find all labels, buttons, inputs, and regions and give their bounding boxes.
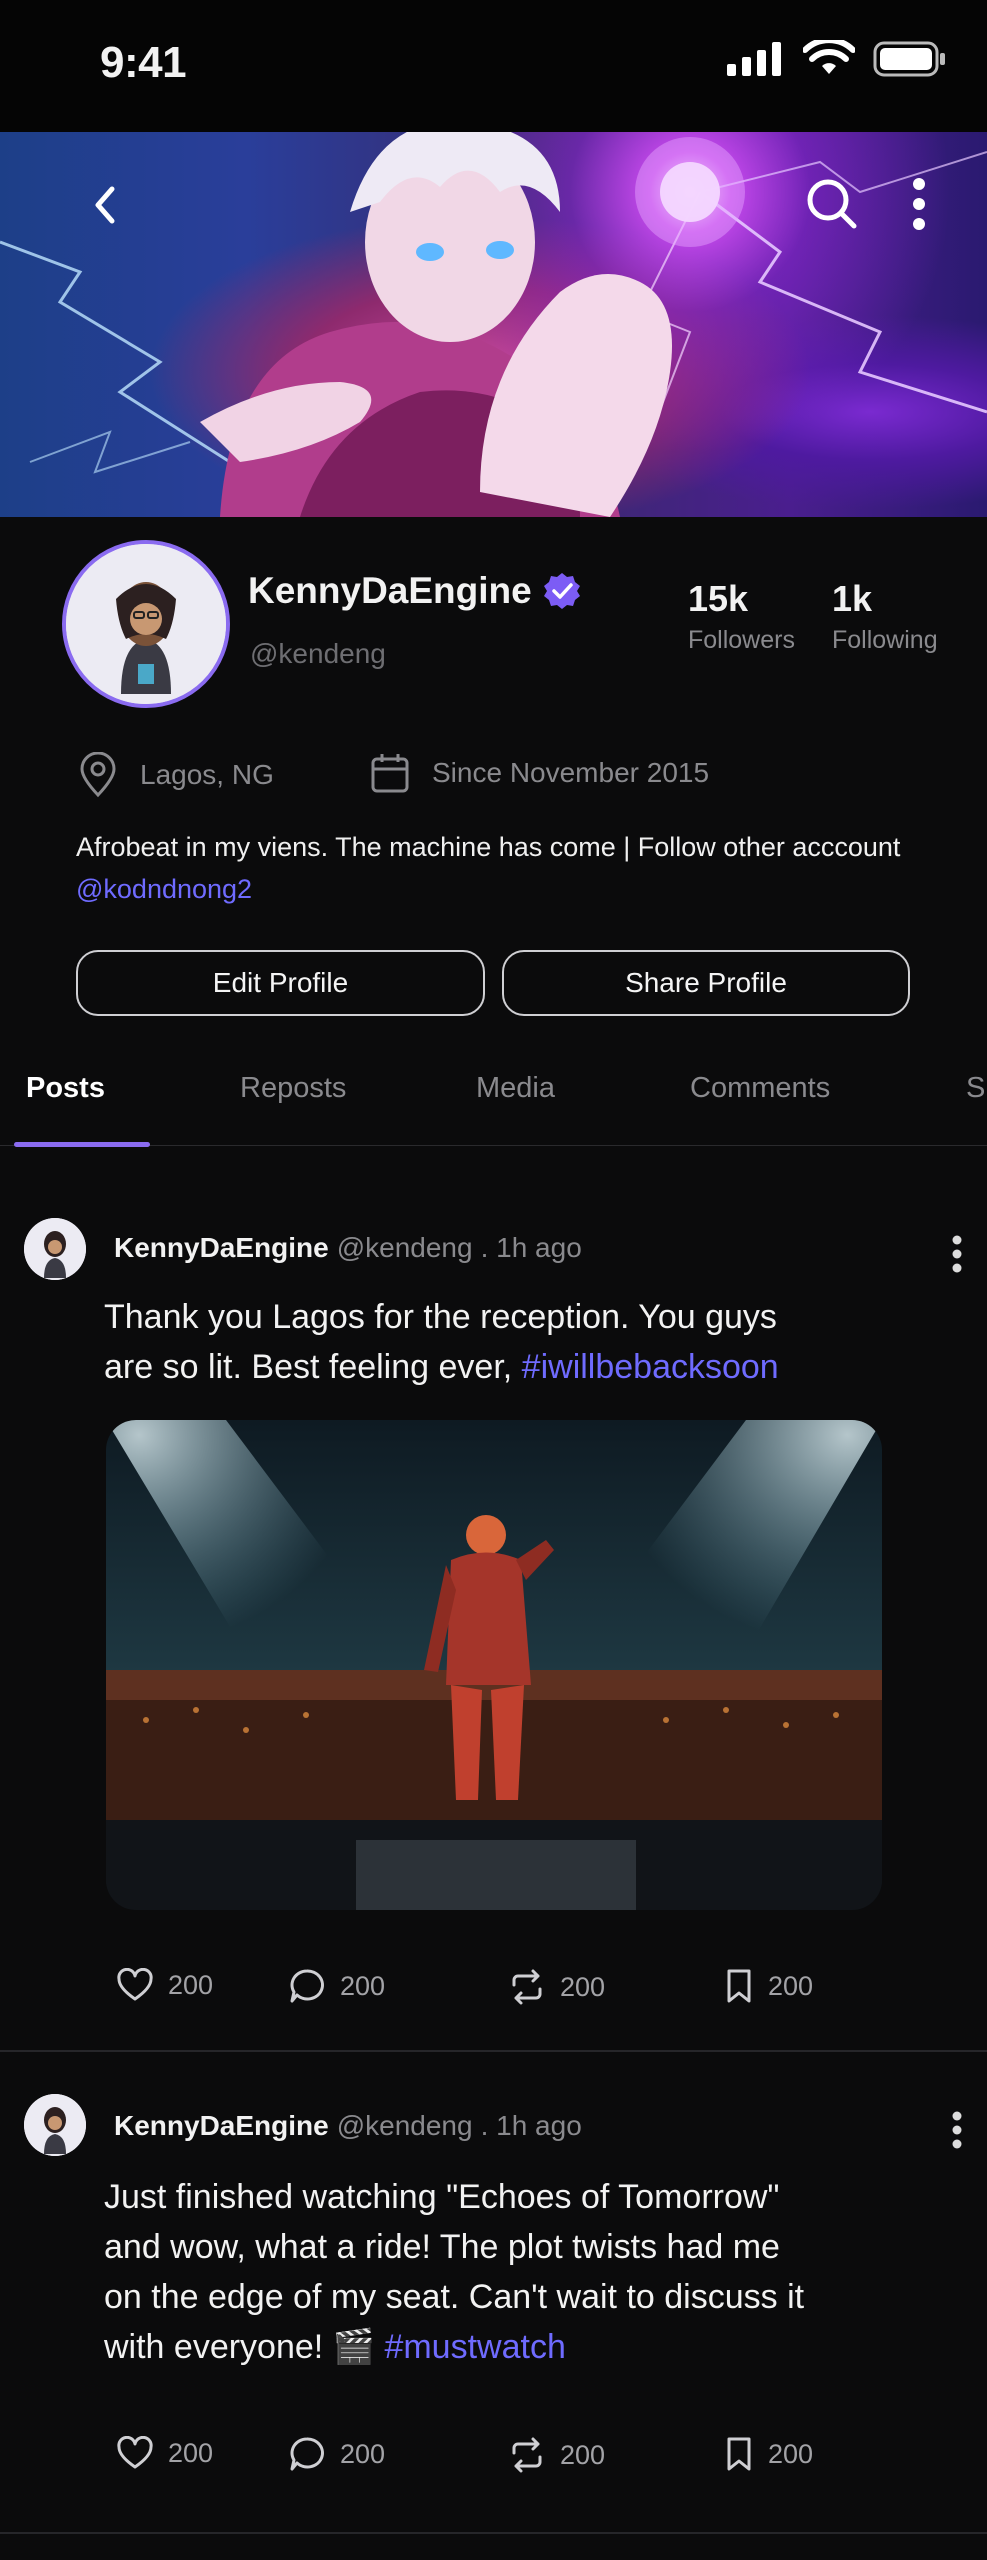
post-time: . 1h ago [480,1232,582,1263]
bookmark-icon [727,1969,751,2003]
comment-count: 200 [340,1970,386,2001]
comment-icon [290,1969,324,2003]
following-stat[interactable]: 1k Following [832,578,938,655]
post-text: Thank you Lagos for the reception. You g… [104,1292,904,1392]
profile-tabs: Posts Reposts Media Comments S [0,1060,987,1147]
edit-profile-button[interactable]: Edit Profile [76,950,485,1016]
post-image[interactable] [106,1420,882,1910]
comment-button[interactable]: 200 [288,2436,385,2472]
post-actions: 200 200 200 200 [0,2436,987,2496]
like-count: 200 [168,2437,214,2468]
followers-stat[interactable]: 15k Followers [688,578,795,655]
post-avatar[interactable] [24,2094,86,2156]
bio-text: Afrobeat in my viens. The machine has co… [76,832,901,862]
repost-icon [512,2437,542,2473]
back-button[interactable] [80,180,130,230]
post-text: Just finished watching "Echoes of Tomorr… [104,2172,904,2372]
joined-info: Since November 2015 [370,752,709,794]
profile-screen: 9:41 KennyDaEngine @kendeng 15k Follower… [0,0,987,2560]
post-author-name[interactable]: KennyDaEngine [114,2110,329,2142]
tab-comments[interactable]: Comments [690,1072,830,1105]
post-text-line: and wow, what a ride! The plot twists ha… [104,2228,780,2266]
calendar-icon [371,754,409,793]
like-count: 200 [168,1969,214,2000]
more-vertical-icon [952,2111,962,2149]
post-text-line: are so lit. Best feeling ever, [104,1348,522,1386]
concert-photo [106,1420,882,1910]
post-hashtag[interactable]: #iwillbebacksoon [522,1348,779,1386]
post-divider [0,2050,987,2052]
tab-reposts[interactable]: Reposts [240,1072,346,1105]
post-header: KennyDaEngine @kendeng . 1h ago [114,1232,582,1264]
avatar-image [66,544,226,704]
heart-icon [117,1968,153,2001]
like-button[interactable]: 200 [116,1968,213,2002]
repost-count: 200 [560,1971,606,2002]
post-header: KennyDaEngine @kendeng . 1h ago [114,2110,582,2142]
repost-button[interactable]: 200 [508,2436,605,2474]
post-avatar[interactable] [24,1218,86,1280]
cover-banner [0,132,987,517]
heart-icon [117,2436,153,2469]
search-icon [807,179,857,229]
post-more-button[interactable] [951,2110,963,2155]
repost-count: 200 [560,2439,606,2470]
post-author-handle: @kendeng [336,1232,473,1263]
tab-media[interactable]: Media [476,1072,555,1105]
location-info: Lagos, NG [78,752,274,798]
repost-button[interactable]: 200 [508,1968,605,2006]
tab-posts[interactable]: Posts [26,1072,105,1105]
save-button[interactable]: 200 [724,2436,813,2472]
followers-label: Followers [688,626,795,654]
search-button[interactable] [800,172,864,236]
battery-icon [873,41,945,77]
joined-text: Since November 2015 [432,757,710,788]
tab-more[interactable]: S [966,1072,985,1105]
wifi-icon [803,40,855,74]
repost-icon [512,1969,542,2005]
post-author-name[interactable]: KennyDaEngine [114,1232,329,1264]
post-hashtag[interactable]: #mustwatch [384,2328,565,2366]
status-time: 9:41 [100,38,187,87]
post-text-line: Just finished watching "Echoes of Tomorr… [104,2178,780,2216]
status-icons [727,40,947,78]
location-text: Lagos, NG [140,759,274,790]
bio-link[interactable]: @kodndnong2 [76,868,956,910]
save-count: 200 [768,1970,814,2001]
share-profile-button[interactable]: Share Profile [502,950,910,1016]
more-options-button[interactable] [894,172,944,236]
profile-avatar[interactable] [62,540,230,708]
comment-count: 200 [340,2438,386,2469]
more-vertical-icon [913,178,925,230]
post-author-handle: @kendeng [336,2110,473,2141]
save-button[interactable]: 200 [724,1968,813,2004]
like-button[interactable]: 200 [116,2436,213,2470]
profile-bio: Afrobeat in my viens. The machine has co… [76,826,956,910]
post-text-line: on the edge of my seat. Can't wait to di… [104,2278,805,2316]
active-tab-indicator [14,1142,150,1147]
post-time: . 1h ago [480,2110,582,2141]
post-text-line: with everyone! 🎬 [104,2328,385,2366]
status-bar: 9:41 [0,0,987,132]
save-count: 200 [768,2438,814,2469]
following-label: Following [832,626,938,654]
bookmark-icon [727,2437,751,2471]
following-count: 1k [832,578,873,619]
comment-button[interactable]: 200 [288,1968,385,2004]
signal-icon [727,42,781,76]
profile-name-text: KennyDaEngine [248,570,532,611]
verified-badge-icon [543,573,580,609]
followers-count: 15k [688,578,749,619]
profile-name: KennyDaEngine [248,570,582,612]
comment-icon [290,2437,324,2471]
post-actions: 200 200 200 200 [0,1968,987,2028]
profile-handle: @kendeng [250,638,386,669]
post-more-button[interactable] [951,1234,963,1279]
post-divider [0,2532,987,2534]
more-vertical-icon [952,1235,962,1273]
location-pin-icon [80,752,116,798]
post-text-line: Thank you Lagos for the reception. You g… [104,1298,777,1336]
back-icon [95,186,115,224]
